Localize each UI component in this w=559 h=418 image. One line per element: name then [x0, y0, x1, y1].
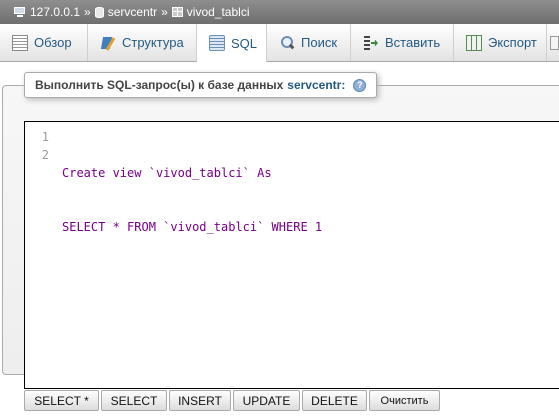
line-number: 1 [41, 130, 49, 144]
legend-text: Выполнить SQL-запрос(ы) к базе данных [35, 78, 284, 92]
query-helper-buttons: SELECT * SELECT INSERT UPDATE DELETE Очи… [24, 390, 440, 411]
sql-keyword: view [105, 166, 149, 180]
breadcrumb-table-label[interactable]: vivod_tablci [187, 0, 250, 24]
tab-insert[interactable]: Вставить [351, 24, 454, 61]
tab-structure[interactable]: Структура [88, 24, 197, 61]
sql-operator: * [105, 220, 128, 234]
code-line: SELECT * FROM `vivod_tablci` WHERE 1 [62, 218, 322, 236]
tab-sql[interactable]: SQL [197, 24, 267, 62]
database-icon [94, 6, 104, 18]
delete-button[interactable]: DELETE [302, 390, 367, 411]
breadcrumb: 127.0.0.1 » servcentr » vivod_tablci [0, 0, 559, 24]
tab-export-label: Экспорт [488, 35, 537, 50]
help-icon[interactable]: ? [353, 78, 367, 92]
tab-insert-label: Вставить [385, 35, 441, 50]
structure-icon [100, 35, 116, 51]
tab-browse[interactable]: Обзор [0, 24, 88, 61]
clear-button[interactable]: Очистить [369, 390, 440, 411]
update-button[interactable]: UPDATE [233, 390, 300, 411]
breadcrumb-server[interactable]: 127.0.0.1 [14, 0, 80, 24]
insert-icon [363, 35, 379, 51]
line-number-gutter: 1 2 [25, 122, 55, 388]
sql-keyword: As [249, 166, 272, 180]
legend-database-name: servcentr: [287, 78, 346, 92]
breadcrumb-server-label[interactable]: 127.0.0.1 [30, 0, 80, 24]
breadcrumb-database-label[interactable]: servcentr [108, 0, 157, 24]
sql-keyword: WHERE [271, 220, 308, 234]
sql-query-legend: Выполнить SQL-запрос(ы) к базе данных se… [24, 72, 378, 98]
tab-structure-label: Структура [122, 35, 184, 50]
breadcrumb-table[interactable]: vivod_tablci [171, 0, 250, 24]
tab-search-label: Поиск [301, 35, 338, 50]
table-icon [171, 7, 183, 17]
tab-browse-label: Обзор [34, 35, 72, 50]
sql-identifier: `vivod_tablci` [155, 220, 272, 234]
breadcrumb-separator: » [161, 5, 168, 19]
select-button[interactable]: SELECT [101, 390, 167, 411]
sql-keyword: FROM [127, 220, 156, 234]
breadcrumb-database[interactable]: servcentr [94, 0, 157, 24]
code-line: Create view `vivod_tablci` As [62, 164, 322, 182]
line-number: 2 [41, 148, 49, 162]
sql-identifier: `vivod_tablci` [148, 166, 250, 180]
insert-button[interactable]: INSERT [169, 390, 231, 411]
breadcrumb-separator: » [84, 5, 91, 19]
tab-bar: Обзор Структура SQL Поиск Вставить Экспо… [0, 24, 559, 62]
export-icon [466, 34, 482, 51]
server-icon [14, 7, 26, 17]
more-tabs-icon [550, 35, 559, 50]
sql-editor[interactable]: 1 2 Create view `vivod_tablci` As SELECT… [24, 121, 559, 389]
select-all-button[interactable]: SELECT * [24, 390, 99, 411]
tab-more[interactable] [547, 24, 559, 61]
sql-keyword: Create [62, 166, 106, 180]
search-icon [279, 35, 295, 51]
sql-code[interactable]: Create view `vivod_tablci` As SELECT * F… [62, 128, 322, 272]
tab-search[interactable]: Поиск [267, 24, 351, 61]
sql-keyword: SELECT [62, 220, 106, 234]
sql-icon [209, 35, 225, 51]
browse-icon [12, 34, 28, 51]
sql-number: 1 [307, 220, 323, 234]
tab-export[interactable]: Экспорт [454, 24, 547, 61]
tab-sql-label: SQL [231, 35, 258, 51]
